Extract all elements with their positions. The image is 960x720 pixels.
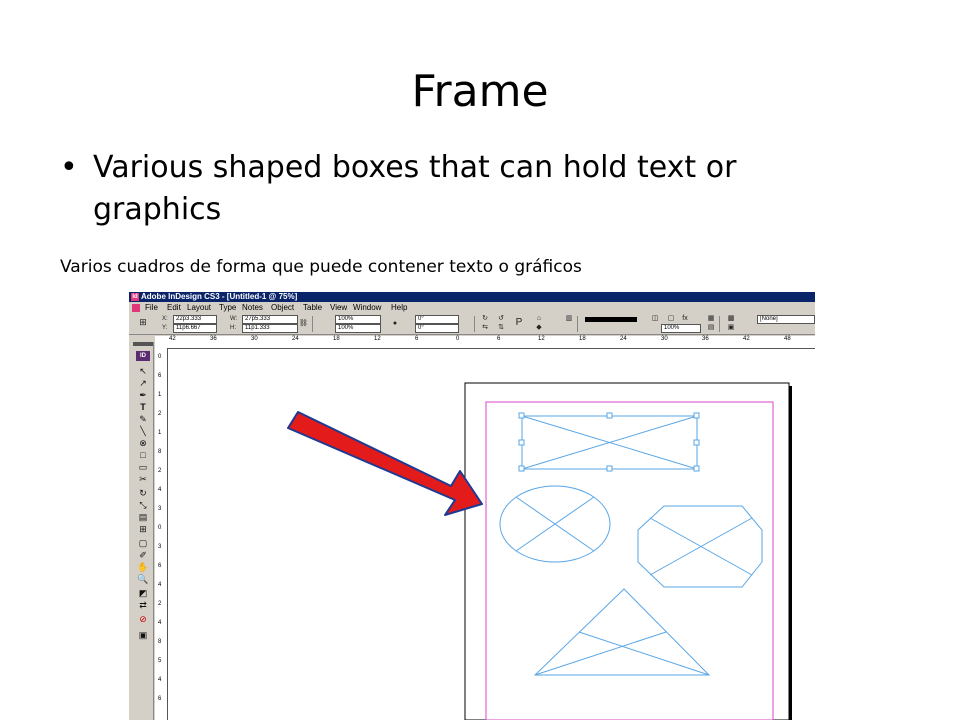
- red-arrow-icon: [287, 411, 483, 516]
